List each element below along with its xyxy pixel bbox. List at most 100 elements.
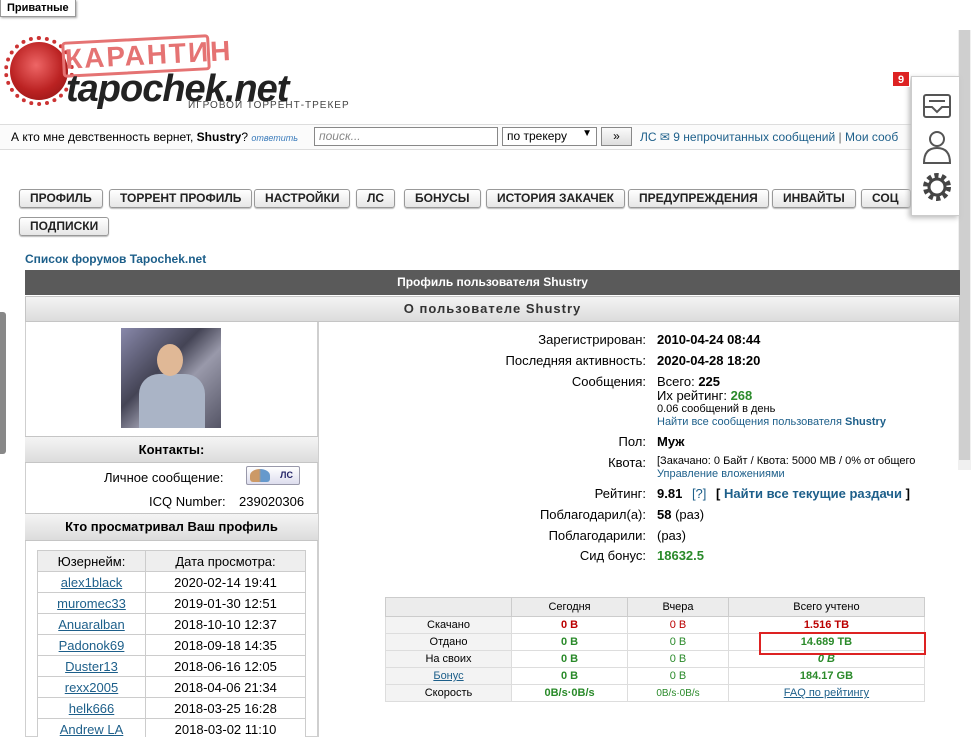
inbox-icon[interactable]: [923, 94, 951, 118]
viewer-link[interactable]: helk666: [69, 701, 115, 716]
table-row: alex1black 2020-02-14 19:41: [37, 571, 306, 593]
private-tab[interactable]: Приватные: [0, 0, 76, 17]
stats-today: 0 B: [510, 650, 629, 668]
registered-value: 2010-04-24 08:44: [657, 332, 761, 347]
search-scope-select[interactable]: по трекеру ▼: [502, 127, 597, 146]
stats-col-total: Всего учтено: [727, 597, 926, 617]
pm-link[interactable]: ЛС: [640, 130, 657, 144]
view-date: 2019-01-30 12:51: [145, 592, 306, 614]
stats-row-label: Отдано: [385, 633, 512, 651]
search-go-button[interactable]: »: [601, 127, 632, 146]
profile-header: Профиль пользователя Shustry: [25, 270, 960, 295]
viewers-header: Кто просматривал Ваш профиль: [25, 513, 318, 541]
view-date: 2020-02-14 19:41: [145, 571, 306, 593]
quota-value: [Закачано: 0 Байт / Квота: 5000 MB / 0% …: [657, 455, 916, 467]
thanked-by-value: (раз): [657, 528, 686, 543]
stats-total: 184.17 GB: [727, 667, 926, 685]
viewer-link[interactable]: muromec33: [57, 596, 126, 611]
messages-total: Всего: 225: [657, 374, 720, 389]
search-scope-value: по трекеру: [507, 129, 567, 143]
thanked-row: 58 (раз): [657, 507, 704, 522]
stats-yesterday: 0B/s·0B/s: [627, 684, 729, 702]
messages-per-day: 0.06 сообщений в день: [657, 403, 776, 415]
stats-yesterday: 0 B: [627, 650, 729, 668]
menu-torrent-profile-button[interactable]: ТОРРЕНТ ПРОФИЛЬ: [109, 189, 253, 208]
menu-settings-button[interactable]: НАСТРОЙКИ: [254, 189, 351, 208]
messages-rating-label: Их рейтинг:: [657, 388, 727, 403]
profile-icon[interactable]: [922, 131, 952, 164]
stats-today: 0 B: [510, 616, 629, 634]
bonus-link[interactable]: Бонус: [433, 670, 463, 682]
uploaded-total-highlight: [759, 632, 926, 655]
quick-panel-icons: [922, 94, 952, 201]
unread-messages-link[interactable]: 9 непрочитанных сообщений: [673, 130, 835, 144]
viewer-link[interactable]: Duster13: [65, 659, 118, 674]
table-row: muromec33 2019-01-30 12:51: [37, 592, 306, 614]
pm-status: ЛС ✉ 9 непрочитанных сообщений | Мои соо…: [640, 130, 906, 144]
view-date: 2018-04-06 21:34: [145, 676, 306, 698]
messages-rating-value: 268: [730, 388, 753, 403]
rating-help-link[interactable]: [?]: [692, 486, 706, 501]
messages-label: Сообщения:: [571, 374, 646, 389]
viewer-link[interactable]: rexx2005: [65, 680, 118, 695]
send-pm-button[interactable]: ЛС: [246, 466, 300, 485]
manage-attachments-link[interactable]: Управление вложениями: [657, 468, 785, 480]
viewers-table: Юзернейм: Дата просмотра: alex1black 2020…: [37, 550, 306, 737]
last-active-value: 2020-04-28 18:20: [657, 353, 761, 368]
rating-label: Рейтинг:: [594, 486, 646, 501]
settings-gear-icon[interactable]: [923, 173, 951, 201]
stats-yesterday: 0 B: [627, 633, 729, 651]
virus-logo-icon: [4, 36, 74, 106]
pm-label: Личное сообщение:: [104, 470, 224, 485]
menu-social-button[interactable]: СОЦ: [861, 189, 911, 208]
menu-invites-button[interactable]: ИНВАЙТЫ: [772, 189, 856, 208]
notification-badge: 9: [892, 71, 910, 87]
menu-download-history-button[interactable]: ИСТОРИЯ ЗАКАЧЕК: [486, 189, 625, 208]
stats-today: 0 B: [510, 667, 629, 685]
messages-total-label: Всего:: [657, 374, 695, 389]
viewer-link[interactable]: Padonok69: [59, 638, 125, 653]
messages-total-value: 225: [698, 374, 721, 389]
column-divider: [318, 322, 319, 737]
menu-warnings-button[interactable]: ПРЕДУПРЕЖДЕНИЯ: [628, 189, 769, 208]
seed-bonus-value: 18632.5: [657, 548, 704, 563]
my-messages-link[interactable]: Мои сооб: [845, 130, 898, 144]
bracket-close: ]: [905, 486, 910, 501]
left-edge-tab[interactable]: [0, 312, 6, 454]
thanked-by-label: Поблагодарили:: [548, 528, 646, 543]
forum-list-link[interactable]: Список форумов Tapochek.net: [25, 252, 206, 266]
search-input[interactable]: поиск...: [314, 127, 498, 146]
rating-value: 9.81: [657, 486, 683, 501]
viewer-link[interactable]: Anuaralban: [58, 617, 125, 632]
menu-profile-button[interactable]: ПРОФИЛЬ: [19, 189, 103, 208]
rating-faq-link[interactable]: FAQ по рейтингу: [784, 687, 869, 699]
thanked-times: (раз): [675, 507, 705, 522]
viewer-link[interactable]: alex1black: [61, 575, 122, 590]
stats-today: 0B/s·0B/s: [510, 684, 629, 702]
rating-row: 9.81 [?] [ Найти все текущие раздачи ]: [657, 486, 910, 501]
col-view-date: Дата просмотра:: [145, 550, 306, 572]
quota-label: Квота:: [608, 455, 646, 470]
thanked-label: Поблагодарил(а):: [539, 507, 646, 522]
find-posts-link[interactable]: Найти все сообщения пользователя: [657, 416, 842, 428]
stats-col-yesterday: Вчера: [627, 597, 729, 617]
stats-total: 1.516 TB: [727, 616, 926, 634]
thanked-value: 58: [657, 507, 672, 522]
menu-bonuses-button[interactable]: БОНУСЫ: [404, 189, 481, 208]
answer-link[interactable]: ответить: [251, 133, 298, 143]
stats-today: 0 B: [510, 633, 629, 651]
menu-subscriptions-button[interactable]: ПОДПИСКИ: [19, 217, 110, 236]
icq-value: 239020306: [239, 494, 305, 509]
separator: |: [838, 130, 842, 144]
table-row: rexx2005 2018-04-06 21:34: [37, 676, 306, 698]
viewer-link[interactable]: Andrew LA: [60, 722, 124, 737]
registered-label: Зарегистрирован:: [538, 332, 646, 347]
find-posts-user-link[interactable]: Shustry: [845, 416, 886, 428]
find-posts: Найти все сообщения пользователя Shustry: [657, 416, 886, 428]
table-row: Скорость 0B/s·0B/s 0B/s·0B/s FAQ по рейт…: [385, 684, 926, 702]
find-seeds-link[interactable]: Найти все текущие раздачи: [724, 486, 902, 501]
view-date: 2018-03-02 11:10: [145, 718, 306, 737]
question-suffix: ?: [241, 130, 249, 144]
menu-pm-button[interactable]: ЛС: [356, 189, 396, 208]
table-row: Padonok69 2018-09-18 14:35: [37, 634, 306, 656]
